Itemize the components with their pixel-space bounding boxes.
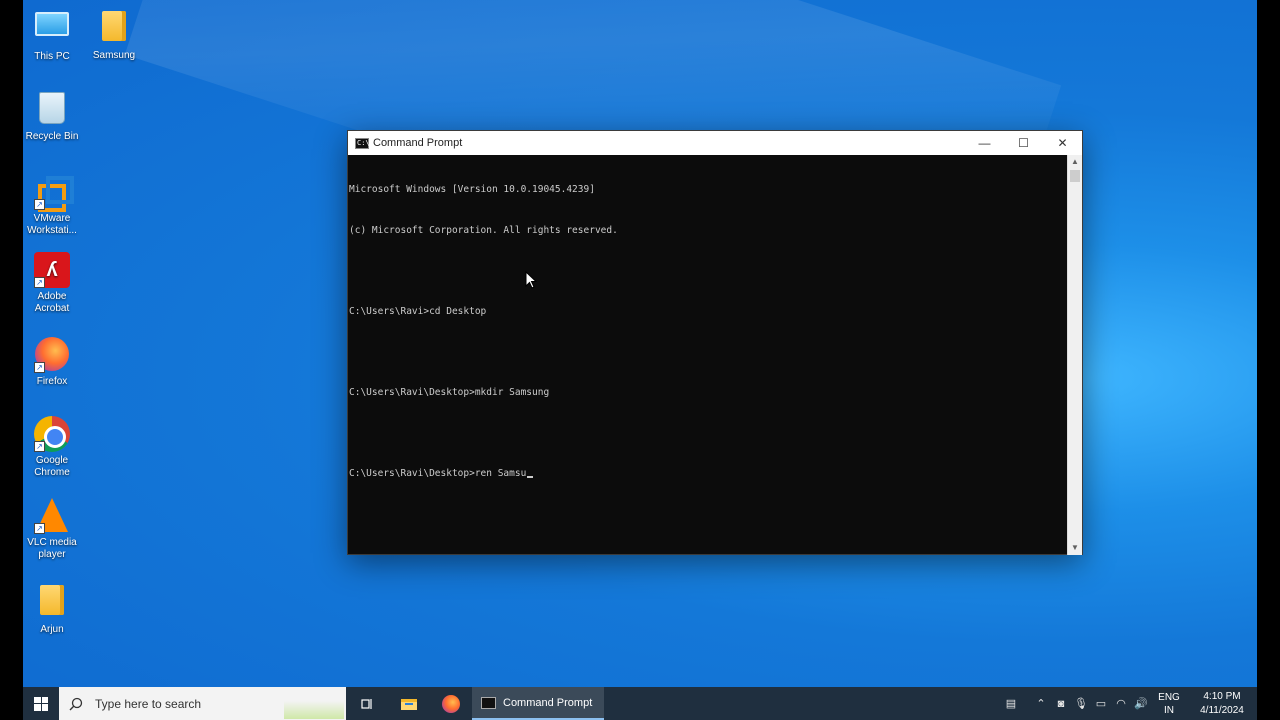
- desktop-icon-recycle-bin[interactable]: Recycle Bin: [23, 90, 83, 143]
- mouse-cursor-icon: [525, 271, 537, 289]
- clock-date: 4/11/2024: [1200, 704, 1244, 716]
- shortcut-arrow-icon: ↗: [34, 277, 45, 288]
- camera-icon[interactable]: ◙: [1051, 698, 1071, 710]
- window-title: Command Prompt: [373, 137, 463, 149]
- clock-time: 4:10 PM: [1203, 690, 1241, 702]
- letterbox-left: [0, 0, 23, 720]
- desktop-icon-google-chrome[interactable]: ↗ Google Chrome: [23, 416, 83, 479]
- taskbar-command-prompt[interactable]: Command Prompt: [472, 687, 604, 720]
- console-current-input[interactable]: C:\Users\Ravi\Desktop>ren Samsu: [349, 468, 526, 479]
- text-caret: [527, 475, 534, 478]
- close-button[interactable]: ✕: [1043, 131, 1082, 155]
- folder-icon: [96, 11, 132, 47]
- desktop-icon-this-pc[interactable]: This PC: [23, 8, 83, 63]
- console-line: Microsoft Windows [Version 10.0.19045.42…: [349, 184, 595, 195]
- command-prompt-window[interactable]: C:\ Command Prompt — ☐ ✕ Microsoft Windo…: [347, 130, 1083, 555]
- search-placeholder: Type here to search: [95, 696, 202, 711]
- vlc-icon: ↗: [34, 498, 70, 534]
- taskbar-file-explorer[interactable]: [388, 687, 430, 720]
- wifi-icon[interactable]: ◠: [1111, 697, 1131, 710]
- taskbar-search-box[interactable]: Type here to search: [59, 687, 346, 720]
- taskbar: Type here to search Command Prompt ▤ ⌃ ◙…: [23, 687, 1257, 720]
- pc-icon: [34, 12, 70, 48]
- search-icon: [69, 697, 83, 710]
- desktop-icon-adobe-acrobat[interactable]: ʎ ↗ Adobe Acrobat: [23, 252, 83, 315]
- language-code: ENG: [1158, 691, 1180, 703]
- desktop-icon-label: Samsung: [92, 50, 136, 61]
- scroll-up-arrow-icon[interactable]: ▲: [1068, 155, 1082, 169]
- language-indicator[interactable]: ENG IN: [1151, 691, 1187, 717]
- task-view-button[interactable]: [346, 687, 388, 720]
- keyboard-region: IN: [1164, 704, 1174, 716]
- news-widget-icon[interactable]: ▤: [991, 697, 1031, 710]
- desktop-icon-label: VMware Workstati...: [27, 213, 77, 236]
- firefox-icon: ↗: [34, 337, 70, 373]
- minimize-button[interactable]: —: [965, 131, 1004, 155]
- desktop-icon-samsung[interactable]: Samsung: [83, 8, 145, 62]
- taskbar-app-label: Command Prompt: [503, 696, 593, 709]
- maximize-button[interactable]: ☐: [1004, 131, 1043, 155]
- windows-logo-icon: [34, 696, 48, 711]
- taskbar-firefox[interactable]: [430, 687, 472, 720]
- shortcut-arrow-icon: ↗: [34, 362, 45, 373]
- show-hidden-icons-chevron-icon[interactable]: ⌃: [1031, 697, 1051, 710]
- desktop-icon-label: Arjun: [40, 624, 64, 635]
- command-prompt-icon: C:\: [355, 137, 370, 149]
- desktop-icon-label: Google Chrome: [34, 455, 70, 478]
- folder-icon: [34, 585, 70, 621]
- desktop-icon-firefox[interactable]: ↗ Firefox: [23, 336, 83, 388]
- desktop-icon-vmware[interactable]: ↗ VMware Workstati...: [23, 172, 83, 237]
- desktop-icon-label: Firefox: [36, 376, 68, 387]
- acrobat-icon: ʎ ↗: [34, 252, 70, 288]
- desktop-icon-label: This PC: [34, 51, 70, 62]
- shortcut-arrow-icon: ↗: [34, 199, 45, 210]
- recycle-bin-icon: [34, 92, 70, 128]
- console-line: C:\Users\Ravi>cd Desktop: [349, 305, 487, 317]
- desktop-icon-vlc[interactable]: ↗ VLC media player: [23, 498, 83, 561]
- microphone-icon[interactable]: 🎙: [1071, 697, 1091, 710]
- file-explorer-icon: [401, 698, 417, 710]
- taskbar-clock[interactable]: 4:10 PM 4/11/2024: [1187, 690, 1257, 718]
- firefox-icon: [442, 694, 460, 713]
- console-input-line[interactable]: C:\Users\Ravi\Desktop>ren Samsu: [349, 467, 1068, 481]
- start-button[interactable]: [23, 687, 59, 720]
- volume-icon[interactable]: 🔊: [1131, 697, 1151, 710]
- desktop-icon-label: Adobe Acrobat: [34, 291, 70, 314]
- console-line: (c) Microsoft Corporation. All rights re…: [349, 224, 618, 236]
- desktop-icon-label: VLC media player: [27, 537, 77, 560]
- window-titlebar[interactable]: C:\ Command Prompt — ☐ ✕: [348, 131, 1082, 155]
- command-prompt-icon: [481, 696, 496, 709]
- battery-icon[interactable]: ▭: [1091, 697, 1111, 710]
- desktop-icon-arjun[interactable]: Arjun: [23, 582, 83, 636]
- scrollbar-thumb[interactable]: [1070, 170, 1080, 182]
- letterbox-right: [1257, 0, 1280, 720]
- vmware-icon: ↗: [34, 174, 74, 212]
- task-view-icon: [361, 698, 372, 709]
- console-line: C:\Users\Ravi\Desktop>mkdir Samsung: [349, 386, 550, 398]
- console-output[interactable]: Microsoft Windows [Version 10.0.19045.42…: [348, 155, 1068, 555]
- system-tray: ▤ ⌃ ◙ 🎙 ▭ ◠ 🔊 ENG IN 4:10 PM 4/11/2024: [991, 687, 1257, 720]
- desktop-icon-label: Recycle Bin: [25, 131, 79, 142]
- chrome-icon: ↗: [34, 416, 70, 452]
- shortcut-arrow-icon: ↗: [34, 441, 45, 452]
- search-highlight-illustration: [284, 689, 344, 719]
- scroll-down-arrow-icon[interactable]: ▼: [1068, 541, 1082, 555]
- window-controls: — ☐ ✕: [965, 131, 1082, 155]
- shortcut-arrow-icon: ↗: [34, 523, 45, 534]
- vertical-scrollbar[interactable]: ▲ ▼: [1067, 155, 1082, 555]
